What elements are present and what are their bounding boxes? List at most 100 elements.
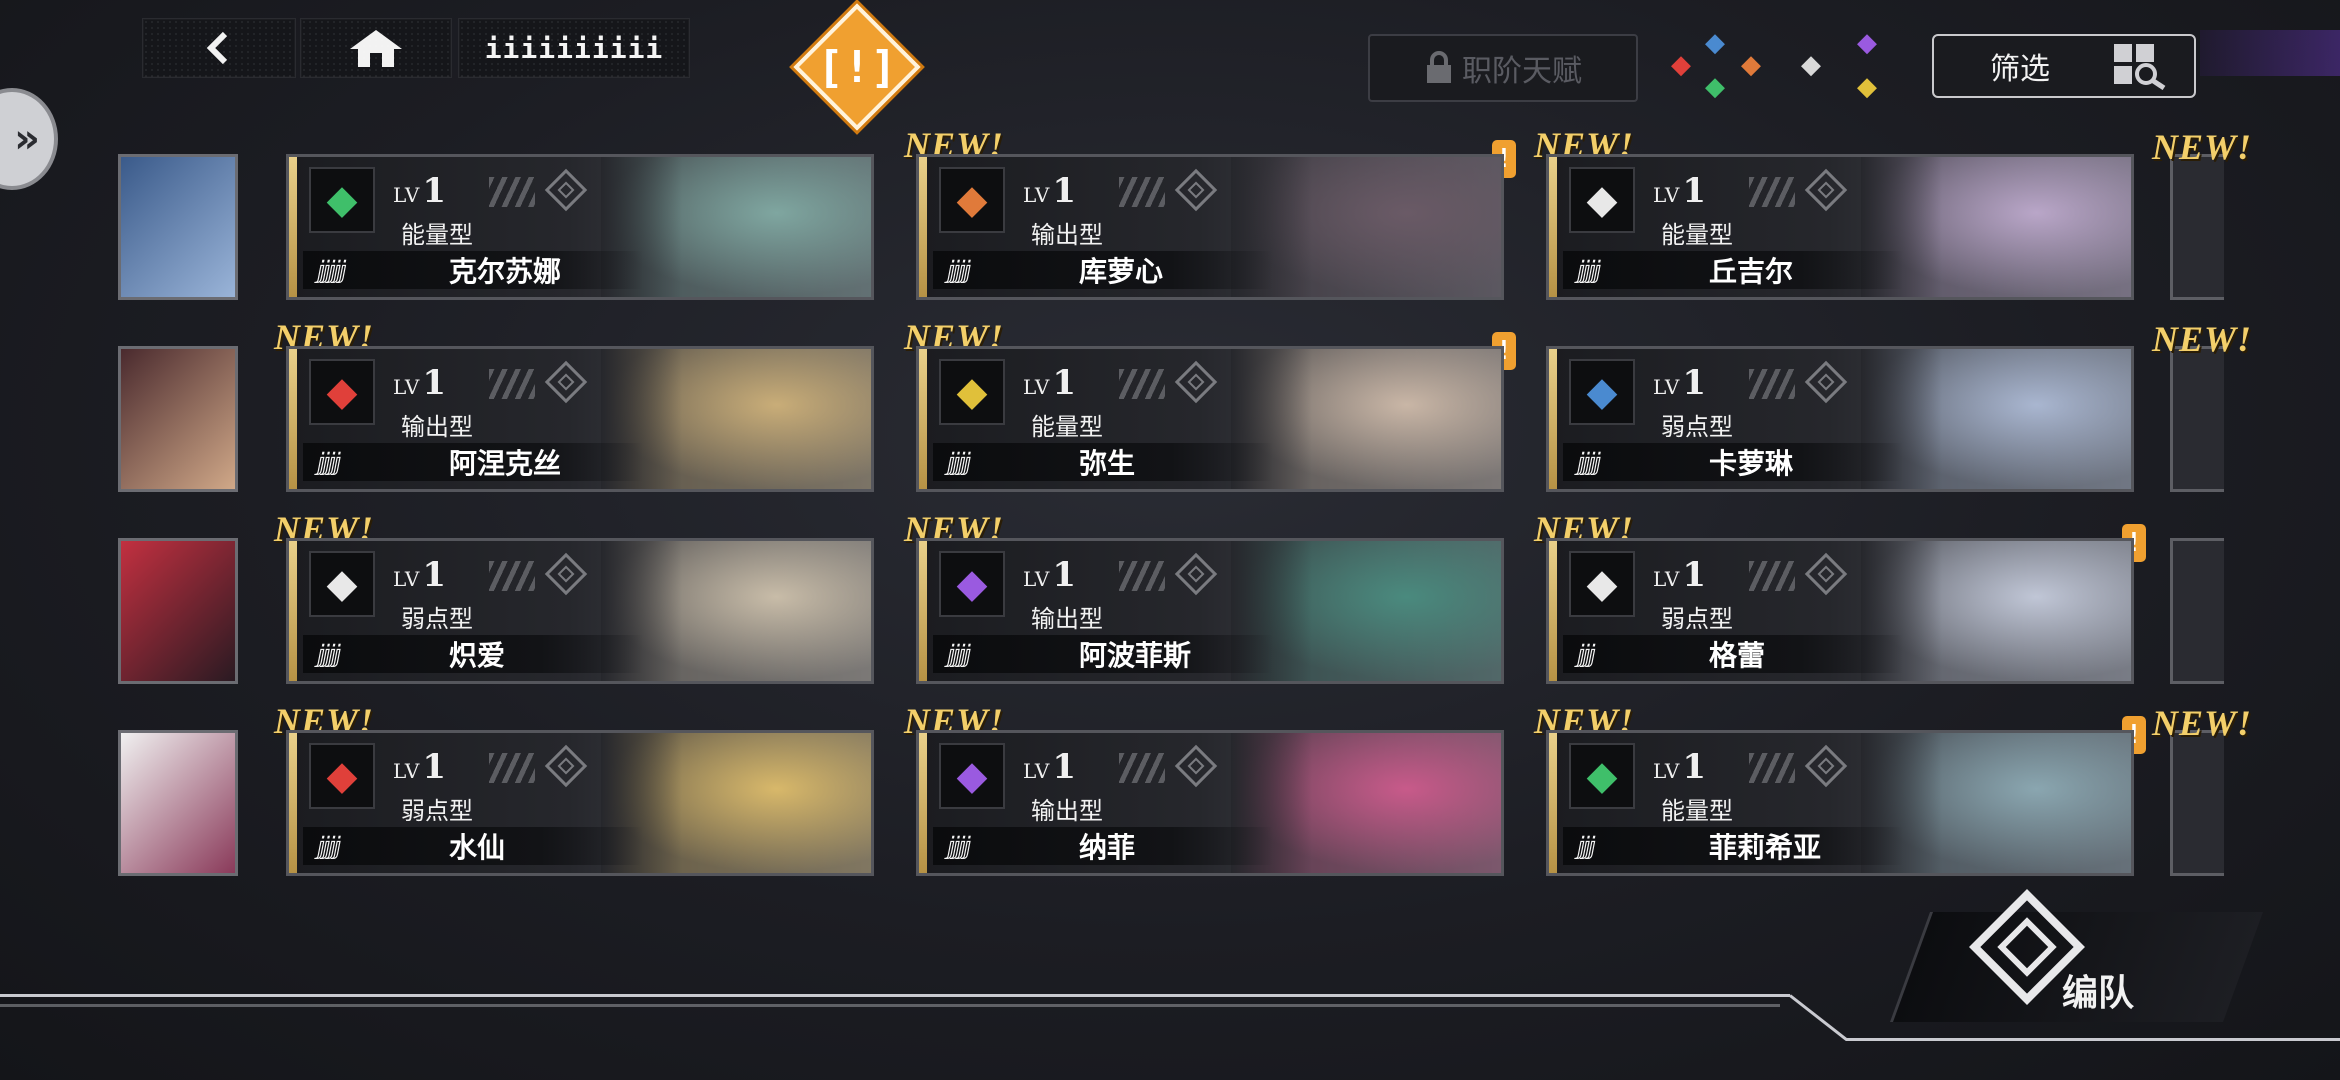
level-prefix: LV xyxy=(1653,375,1681,399)
character-type: 能量型 xyxy=(401,221,473,249)
shield-gem-icon[interactable]: ◆ xyxy=(1696,24,1734,62)
level-display: LV1 xyxy=(393,363,446,403)
crown-icon[interactable]: ◆ xyxy=(1848,24,1886,62)
divider-line xyxy=(0,1004,1780,1007)
stripe-decoration xyxy=(1749,177,1795,207)
wolf-icon[interactable]: ◆ xyxy=(1662,46,1700,84)
character-card[interactable]: ◆ LV1 输出型 ⅉⅉⅉⅉ 库萝心 xyxy=(916,154,1504,300)
rarity-bar xyxy=(919,157,927,297)
wings-icon: ◆ xyxy=(1569,551,1635,617)
name-bar: ⅉⅉⅉⅉ 丘吉尔 xyxy=(1563,251,1903,289)
rarity-stars: ⅉⅉⅉⅉ xyxy=(317,832,342,860)
partial-card-left[interactable] xyxy=(118,730,238,876)
rarity-bar xyxy=(289,541,297,681)
character-card[interactable]: ◆ LV1 输出型 ⅉⅉⅉⅉ 阿涅克丝 xyxy=(286,346,874,492)
partial-card-right[interactable] xyxy=(2170,346,2224,492)
stripe-decoration xyxy=(1119,369,1165,399)
rarity-stars: ⅉⅉⅉⅉ xyxy=(317,640,342,668)
character-name: 炽爱 xyxy=(449,639,506,672)
character-card[interactable]: ◆ LV1 弱点型 ⅉⅉⅉⅉ 水仙 xyxy=(286,730,874,876)
level-prefix: LV xyxy=(393,375,421,399)
diamond-decoration xyxy=(1804,552,1848,596)
ram-horn-icon[interactable]: ◆ xyxy=(1732,46,1770,84)
wings-icon: ◆ xyxy=(309,551,375,617)
level-value: 1 xyxy=(422,747,447,787)
name-bar: ⅉⅉⅉⅉⅉ 克尔苏娜 xyxy=(303,251,643,289)
level-prefix: LV xyxy=(1023,375,1051,399)
level-prefix: LV xyxy=(393,183,421,207)
character-card[interactable]: ◆ LV1 能量型 ⅉⅉⅉⅉ 丘吉尔 xyxy=(1546,154,2134,300)
rarity-bar xyxy=(1549,733,1557,873)
rarity-stars: ⅉⅉⅉⅉ xyxy=(1577,448,1602,476)
stripe-decoration xyxy=(1749,753,1795,783)
chalice-icon: ◆ xyxy=(939,359,1005,425)
double-chevron-icon: » xyxy=(14,116,40,162)
partial-card-left[interactable] xyxy=(118,538,238,684)
character-card[interactable]: ◆ LV1 弱点型 ⅉⅉⅉⅉ 炽爱 xyxy=(286,538,874,684)
level-display: LV1 xyxy=(393,747,446,787)
diamond-decoration xyxy=(544,360,588,404)
character-card[interactable]: ◆ LV1 弱点型 ⅉⅉⅉ 格蕾 xyxy=(1546,538,2134,684)
filter-search-icon xyxy=(2114,44,2166,90)
character-type: 能量型 xyxy=(1661,221,1733,249)
name-bar: ⅉⅉⅉⅉ 弥生 xyxy=(933,443,1273,481)
name-bar: ⅉⅉⅉⅉ 纳菲 xyxy=(933,827,1273,865)
level-value: 1 xyxy=(1682,555,1707,595)
partial-card-right[interactable] xyxy=(2170,730,2224,876)
character-card[interactable]: ◆ LV1 能量型 ⅉⅉⅉⅉ 弥生 xyxy=(916,346,1504,492)
character-name: 菲莉希亚 xyxy=(1709,831,1822,864)
level-value: 1 xyxy=(1052,555,1077,595)
character-type: 弱点型 xyxy=(401,605,473,633)
element-filter-group: ◆ ◆ ◆ ◆ ◆ ◆ ◆ xyxy=(1662,24,1892,106)
crown-icon: ◆ xyxy=(939,551,1005,617)
character-name: 纳菲 xyxy=(1079,831,1136,864)
level-display: LV1 xyxy=(1023,363,1076,403)
character-type: 输出型 xyxy=(1031,221,1103,249)
stripe-decoration xyxy=(1749,561,1795,591)
level-value: 1 xyxy=(1052,363,1077,403)
character-card[interactable]: ◆ LV1 能量型 ⅉⅉⅉ 菲莉希亚 xyxy=(1546,730,2134,876)
home-icon xyxy=(350,30,402,67)
ram-horn-icon: ◆ xyxy=(939,167,1005,233)
level-value: 1 xyxy=(1052,747,1077,787)
chalice-icon[interactable]: ◆ xyxy=(1848,68,1886,106)
diamond-decoration xyxy=(1804,360,1848,404)
character-card[interactable]: ◆ LV1 输出型 ⅉⅉⅉⅉ 阿波菲斯 xyxy=(916,538,1504,684)
rarity-bar xyxy=(1549,541,1557,681)
class-talent-button[interactable]: 职阶天赋 xyxy=(1368,34,1638,102)
stripe-decoration xyxy=(489,753,535,783)
diamond-decoration xyxy=(1804,744,1848,788)
character-card[interactable]: ◆ LV1 输出型 ⅉⅉⅉⅉ 纳菲 xyxy=(916,730,1504,876)
green-tree-icon: ◆ xyxy=(1569,743,1635,809)
partial-card-right[interactable] xyxy=(2170,154,2224,300)
page-title: iiiiiiiiii xyxy=(458,18,690,78)
partial-card-right[interactable] xyxy=(2170,538,2224,684)
alert-icon[interactable]: [!] xyxy=(793,3,921,131)
level-prefix: LV xyxy=(1653,567,1681,591)
class-talent-label: 职阶天赋 xyxy=(1462,54,1582,89)
green-tree-icon[interactable]: ◆ xyxy=(1696,68,1734,106)
character-card[interactable]: ◆ LV1 能量型 ⅉⅉⅉⅉⅉ 克尔苏娜 xyxy=(286,154,874,300)
character-card[interactable]: ◆ LV1 弱点型 ⅉⅉⅉⅉ 卡萝琳 xyxy=(1546,346,2134,492)
level-display: LV1 xyxy=(393,555,446,595)
character-name: 阿涅克丝 xyxy=(449,447,562,480)
back-button[interactable] xyxy=(142,18,296,78)
level-display: LV1 xyxy=(393,171,446,211)
green-tree-icon: ◆ xyxy=(309,167,375,233)
level-display: LV1 xyxy=(1653,363,1706,403)
rarity-stars: ⅉⅉⅉⅉ xyxy=(947,832,972,860)
wings-icon[interactable]: ◆ xyxy=(1792,46,1830,84)
side-menu-toggle[interactable]: » xyxy=(0,88,58,190)
rarity-stars: ⅉⅉⅉⅉⅉ xyxy=(317,256,347,284)
name-bar: ⅉⅉⅉ 菲莉希亚 xyxy=(1563,827,1903,865)
rarity-stars: ⅉⅉⅉ xyxy=(1577,832,1596,860)
diamond-decoration xyxy=(544,552,588,596)
filter-button[interactable]: 筛选 xyxy=(1932,34,2196,98)
rarity-stars: ⅉⅉⅉⅉ xyxy=(1577,256,1602,284)
character-name: 阿波菲斯 xyxy=(1079,639,1192,672)
partial-card-left[interactable] xyxy=(118,346,238,492)
home-button[interactable] xyxy=(300,18,452,78)
character-type: 输出型 xyxy=(1031,797,1103,825)
rarity-bar xyxy=(1549,157,1557,297)
partial-card-left[interactable] xyxy=(118,154,238,300)
